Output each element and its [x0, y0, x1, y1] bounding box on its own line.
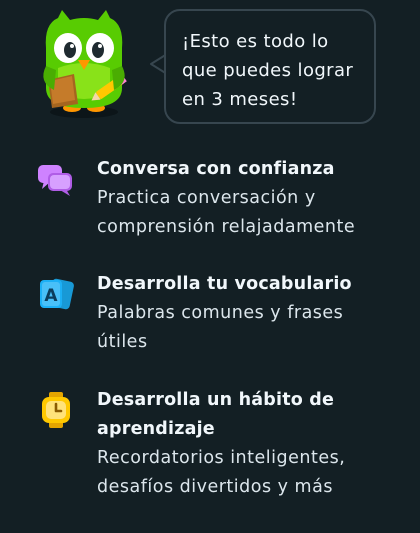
- feature-description: Palabras comunes y frases útiles: [97, 303, 344, 352]
- feature-title: Desarrolla tu vocabulario: [97, 274, 352, 294]
- speech-bubble: ¡Esto es todo lo que puedes lograr en 3 …: [164, 9, 376, 124]
- speech-bubble-text: ¡Esto es todo lo que puedes lograr en 3 …: [182, 31, 354, 110]
- owl-mascot-icon: [43, 10, 127, 118]
- chat-bubbles-icon: [38, 165, 72, 196]
- vocabulary-cards-icon: A: [40, 278, 74, 310]
- feature-title: Desarrolla un hábito de aprendizaje: [97, 390, 335, 439]
- feature-title: Conversa con confianza: [97, 159, 335, 179]
- feature-description: Practica conversación y comprensión rela…: [97, 188, 356, 237]
- watch-icon: [42, 392, 70, 428]
- feature-description: Recordatorios inteligentes, desafíos div…: [97, 448, 346, 497]
- svg-text:A: A: [44, 286, 58, 306]
